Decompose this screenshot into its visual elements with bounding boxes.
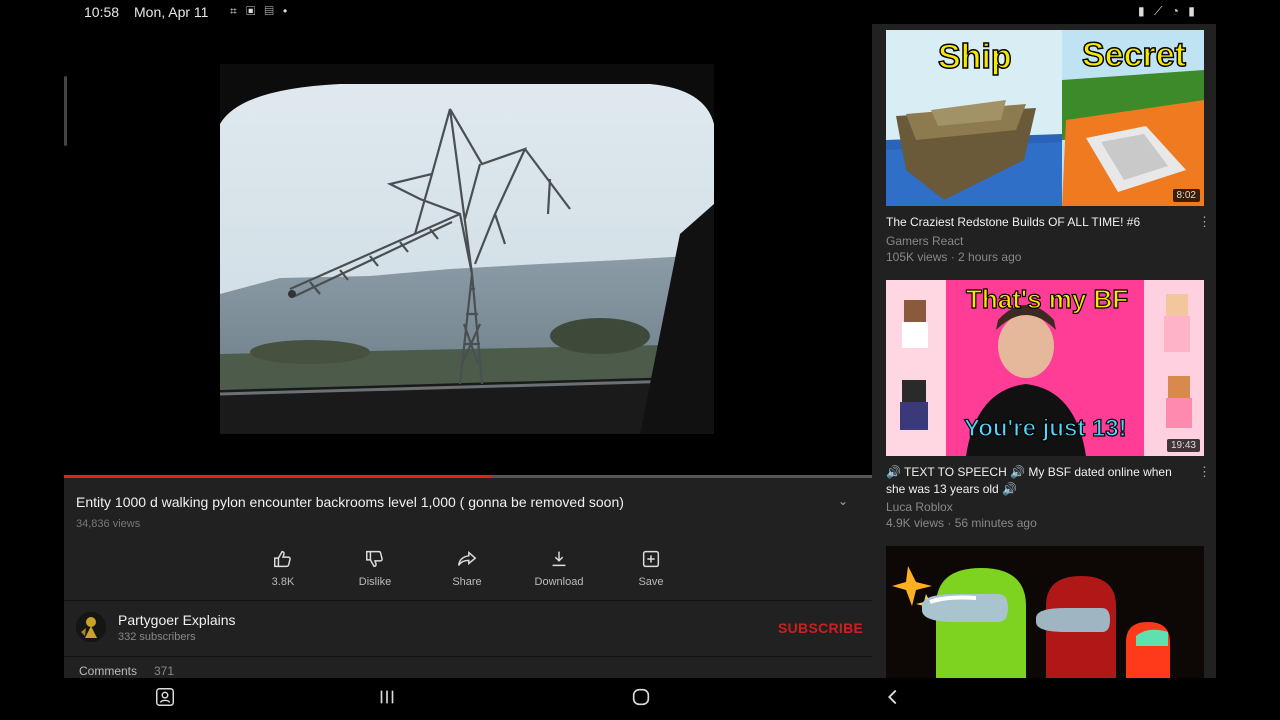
video-thumbnail[interactable]: That's my BF You're just 13! 19:43 (886, 280, 1204, 456)
related-video-item[interactable]: That's my BF You're just 13! 19:43 🔊 TEX… (872, 274, 1216, 544)
divider (64, 600, 872, 601)
channel-row: Partygoer Explains 332 subscribers SUBSC… (64, 602, 872, 656)
status-bar: 10:58 Mon, Apr 11 ⌗ ▣ ▤ • ▮ ⟋ ◔ ▮ (0, 0, 1280, 24)
related-video-title[interactable]: The Craziest Redstone Builds OF ALL TIME… (886, 214, 1186, 231)
related-video-meta: 105K views · 2 hours ago (886, 250, 1022, 264)
related-video-title[interactable]: 🔊 TEXT TO SPEECH 🔊 My BSF dated online w… (886, 464, 1186, 498)
status-date: Mon, Apr 11 (134, 4, 209, 20)
chevron-down-icon[interactable]: ⌄ (838, 494, 848, 508)
status-time: 10:58 (84, 4, 120, 20)
notification-icons: ⌗ ▣ ▤ • (230, 4, 291, 18)
thumbs-down-icon (340, 548, 410, 572)
download-icon (524, 548, 594, 572)
video-player[interactable] (64, 24, 872, 476)
thumbnail-image (886, 546, 1204, 678)
video-title[interactable]: Entity 1000 d walking pylon encounter ba… (76, 494, 816, 510)
comments-section[interactable]: Comments 371 (64, 658, 872, 678)
thumbnail-image: Ship Secret (886, 30, 1204, 206)
comments-count: 371 (154, 664, 175, 678)
save-button[interactable]: Save (616, 544, 686, 600)
share-button[interactable]: Share (432, 544, 502, 600)
view-count: 34,836 views (76, 518, 141, 530)
divider (64, 656, 872, 657)
video-frame[interactable] (220, 64, 714, 434)
related-video-item[interactable]: Ship Secret 8:02 The Craziest Redstone B… (872, 24, 1216, 274)
related-video-item[interactable] (872, 544, 1216, 678)
video-duration: 8:02 (1172, 189, 1200, 202)
user-avatar-icon[interactable] (152, 686, 178, 710)
share-label: Share (452, 576, 482, 588)
system-navigation-bar (64, 678, 1216, 720)
dislike-button[interactable]: Dislike (340, 544, 410, 600)
more-options-icon[interactable]: ⋮ (1198, 464, 1211, 480)
home-icon[interactable] (628, 686, 654, 710)
thumb-text-bottom: You're just 13! (964, 415, 1127, 442)
thumb-text-ship: Ship (938, 38, 1012, 76)
comments-label: Comments (79, 664, 138, 678)
thumbnail-image: That's my BF You're just 13! (886, 280, 1204, 456)
video-actions: 3.8K Dislike Share Download Save (64, 544, 872, 600)
thumb-text-top: That's my BF (966, 284, 1128, 314)
video-info-panel: Entity 1000 d walking pylon encounter ba… (64, 478, 872, 678)
subscribe-button[interactable]: SUBSCRIBE (778, 620, 863, 636)
system-status-icons: ▮ ⟋ ◔ ▮ (1138, 4, 1198, 18)
share-icon (432, 548, 502, 572)
back-icon[interactable] (880, 686, 906, 710)
related-video-meta: 4.9K views · 56 minutes ago (886, 516, 1037, 530)
like-button[interactable]: 3.8K (248, 544, 318, 600)
subscriber-count: 332 subscribers (118, 631, 196, 643)
avatar[interactable] (76, 612, 106, 642)
video-thumbnail[interactable]: Ship Secret 8:02 (886, 30, 1204, 206)
dislike-label: Dislike (358, 576, 392, 588)
like-count: 3.8K (271, 576, 295, 588)
thumbs-up-icon (248, 548, 318, 572)
recent-apps-icon[interactable] (374, 686, 400, 710)
related-videos-panel: Ship Secret 8:02 The Craziest Redstone B… (872, 24, 1216, 678)
video-duration: 19:43 (1166, 439, 1200, 452)
more-options-icon[interactable]: ⋮ (1198, 214, 1211, 230)
scroll-indicator (64, 76, 67, 146)
video-scene-pylon (220, 64, 714, 434)
download-button[interactable]: Download (524, 544, 594, 600)
video-thumbnail[interactable] (886, 546, 1204, 678)
save-icon (616, 548, 686, 572)
related-video-channel: Gamers React (886, 234, 964, 248)
thumb-text-secret: Secret (1082, 36, 1186, 74)
save-label: Save (638, 576, 664, 588)
download-label: Download (534, 576, 584, 588)
related-video-channel: Luca Roblox (886, 500, 953, 514)
channel-name[interactable]: Partygoer Explains (118, 612, 236, 628)
